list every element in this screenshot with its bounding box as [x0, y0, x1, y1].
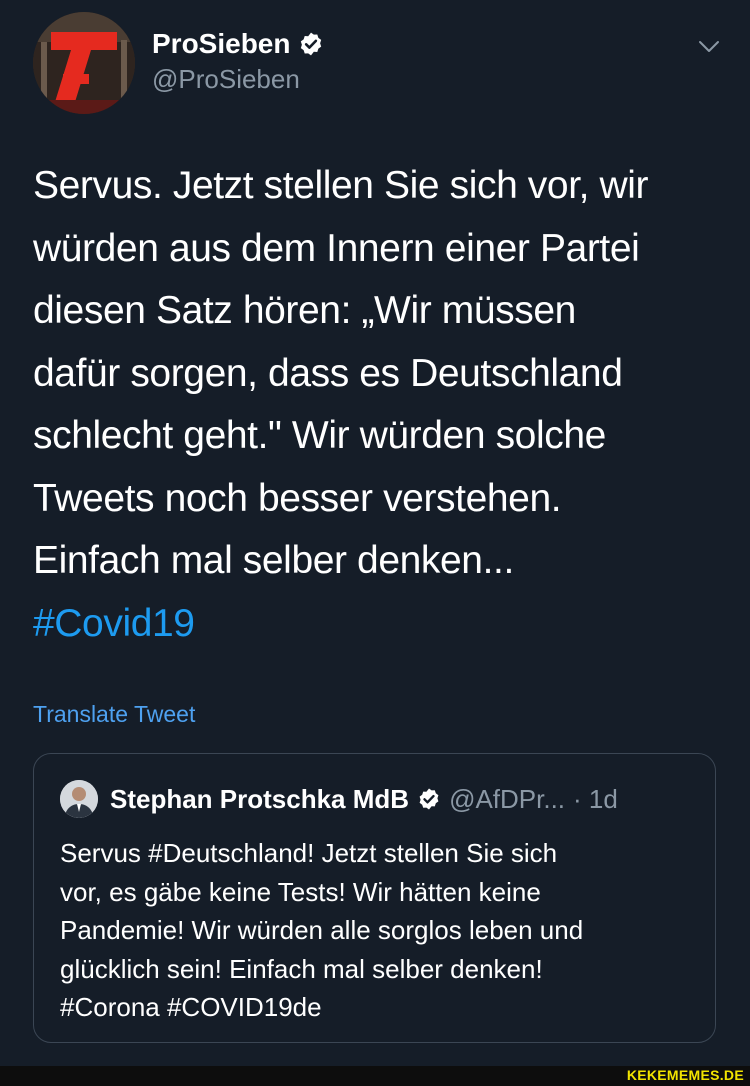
- prosieben-logo-icon: [33, 12, 135, 114]
- verified-badge-icon: [301, 32, 322, 56]
- verified-badge-icon: [419, 788, 439, 810]
- hashtag-link[interactable]: #Covid19: [33, 602, 195, 645]
- quoted-avatar: [60, 780, 98, 818]
- tweet-text: Servus. Jetzt stellen Sie sich vor, wir …: [33, 155, 723, 655]
- avatar[interactable]: [33, 12, 135, 114]
- quoted-author-name[interactable]: Stephan Protschka MdB: [110, 784, 409, 815]
- translate-tweet-link[interactable]: Translate Tweet: [33, 701, 195, 728]
- watermark: KEKEMEMES.DE: [626, 1067, 744, 1083]
- quoted-tweet-card[interactable]: Stephan Protschka MdB @AfDPr... · 1d Ser…: [33, 753, 716, 1043]
- author-name[interactable]: ProSieben: [152, 28, 290, 60]
- quoted-tweet-time: · 1d: [573, 783, 618, 814]
- author-handle[interactable]: @ProSieben: [152, 64, 324, 95]
- tweet-body: Servus. Jetzt stellen Sie sich vor, wir …: [33, 164, 649, 582]
- quoted-author-handle: @AfDPr...: [449, 783, 566, 814]
- chevron-down-icon[interactable]: [695, 32, 723, 60]
- tweet-header: ProSieben @ProSieben: [33, 12, 723, 114]
- person-photo-icon: [60, 780, 98, 818]
- author-info: ProSieben @ProSieben: [152, 28, 324, 95]
- quoted-tweet-header: Stephan Protschka MdB @AfDPr... · 1d: [60, 780, 618, 818]
- quoted-tweet-text: Servus #Deutschland! Jetzt stellen Sie s…: [60, 838, 584, 1022]
